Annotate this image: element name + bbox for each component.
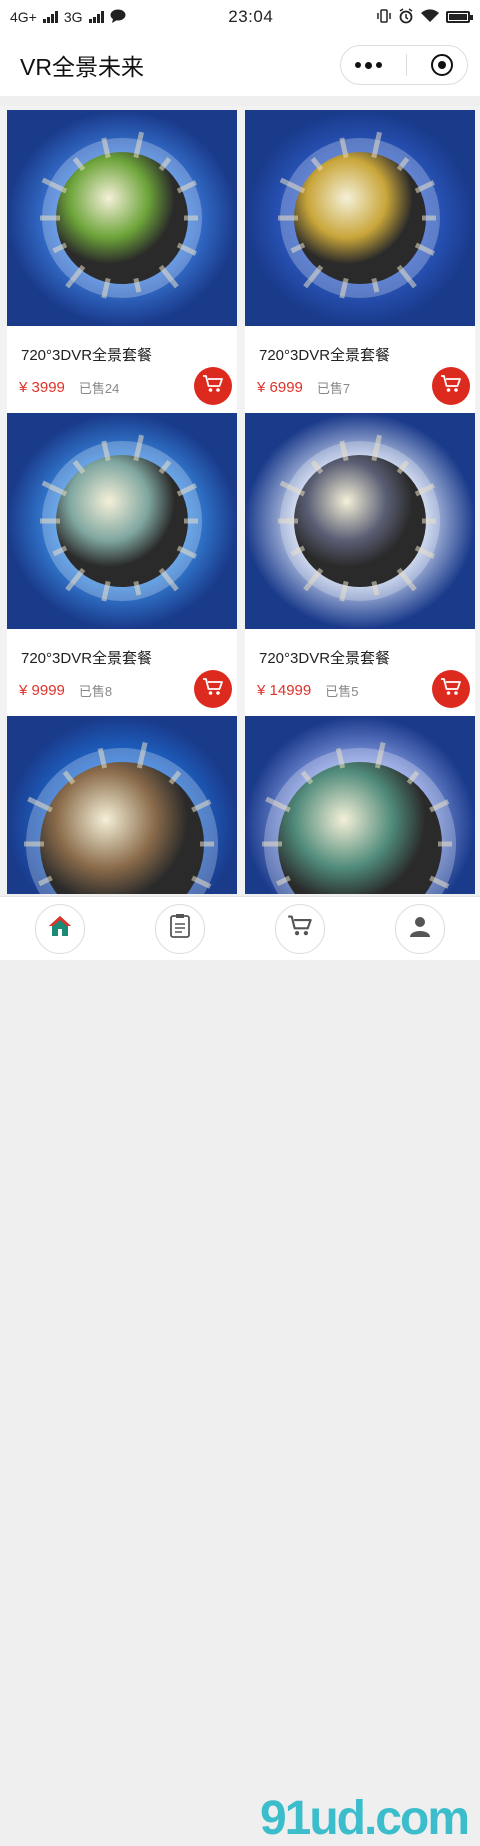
tab-orders[interactable] [155, 903, 205, 954]
tab-profile[interactable] [395, 903, 445, 954]
capsule-divider [406, 54, 407, 76]
cart-icon [440, 374, 462, 399]
product-name: 720°3DVR全景套餐 [259, 650, 391, 667]
add-to-cart-button[interactable] [194, 670, 232, 708]
clock: 23:04 [228, 7, 274, 26]
cart-icon [202, 677, 224, 702]
watermark: 91ud.com [259, 1792, 470, 1845]
add-to-cart-button[interactable] [432, 367, 470, 405]
bottom-tab-bar: 91ud.com [0, 896, 480, 1845]
battery-icon [446, 11, 473, 23]
product-image[interactable] [7, 716, 237, 894]
cart-icon [440, 677, 462, 702]
product-sold-count: 已售7 [316, 381, 351, 396]
product-card[interactable]: 720°3DVR全景套餐 ¥ 3999 已售24 [7, 110, 237, 413]
network-label-1: 4G+ [10, 9, 37, 25]
product-name: 720°3DVR全景套餐 [259, 347, 391, 364]
header-spacer [0, 96, 480, 106]
signal-icon-2 [88, 11, 104, 23]
add-to-cart-button[interactable] [194, 367, 232, 405]
product-image[interactable] [245, 110, 475, 326]
status-left: 4G+ 3G [10, 9, 126, 26]
order-list-icon [168, 913, 192, 944]
home-icon [47, 914, 73, 943]
product-card[interactable]: 720°3DVR全景套餐 ¥ 9999 已售8 [7, 413, 237, 716]
add-to-cart-button[interactable] [432, 670, 470, 708]
wifi-icon [420, 8, 440, 26]
product-sold-count: 已售24 [78, 381, 120, 396]
navigation-bar: VR全景未来 [0, 34, 480, 96]
product-image[interactable] [7, 413, 237, 629]
product-price: ¥ 9999 [19, 682, 65, 699]
miniprogram-capsule [340, 45, 468, 85]
status-right [376, 7, 473, 27]
more-menu-icon[interactable] [355, 61, 382, 69]
page-title: VR全景未来 [20, 54, 144, 80]
message-icon [110, 9, 126, 26]
product-grid: 720°3DVR全景套餐 ¥ 3999 已售24 720°3DVR全景套餐 ¥ … [0, 106, 480, 894]
profile-icon [408, 914, 432, 943]
product-price: ¥ 3999 [19, 379, 65, 396]
product-card[interactable]: 720°3DVR全景套餐 ¥ 14999 已售5 [245, 413, 475, 716]
vibrate-icon [376, 8, 392, 27]
product-card[interactable]: 720°3DVR全景套餐 ¥ 6999 已售7 [245, 110, 475, 413]
status-bar: 4G+ 3G 23:04 [0, 0, 480, 34]
tab-cart[interactable] [275, 903, 325, 954]
product-price: ¥ 6999 [257, 379, 303, 396]
product-image[interactable] [245, 413, 475, 629]
product-image[interactable] [7, 110, 237, 326]
close-miniprogram-icon[interactable] [431, 54, 453, 76]
alarm-icon [398, 7, 414, 27]
cart-icon [202, 374, 224, 399]
product-price: ¥ 14999 [257, 682, 312, 699]
product-sold-count: 已售8 [78, 684, 113, 699]
product-name: 720°3DVR全景套餐 [21, 347, 153, 364]
product-card[interactable] [245, 716, 475, 894]
product-sold-count: 已售5 [325, 684, 359, 699]
tab-home[interactable] [35, 903, 85, 954]
product-image[interactable] [245, 716, 475, 894]
network-label-2: 3G [63, 9, 83, 25]
product-card[interactable] [7, 716, 237, 894]
product-name: 720°3DVR全景套餐 [21, 650, 153, 667]
cart-icon [287, 914, 313, 943]
signal-icon [42, 11, 58, 23]
